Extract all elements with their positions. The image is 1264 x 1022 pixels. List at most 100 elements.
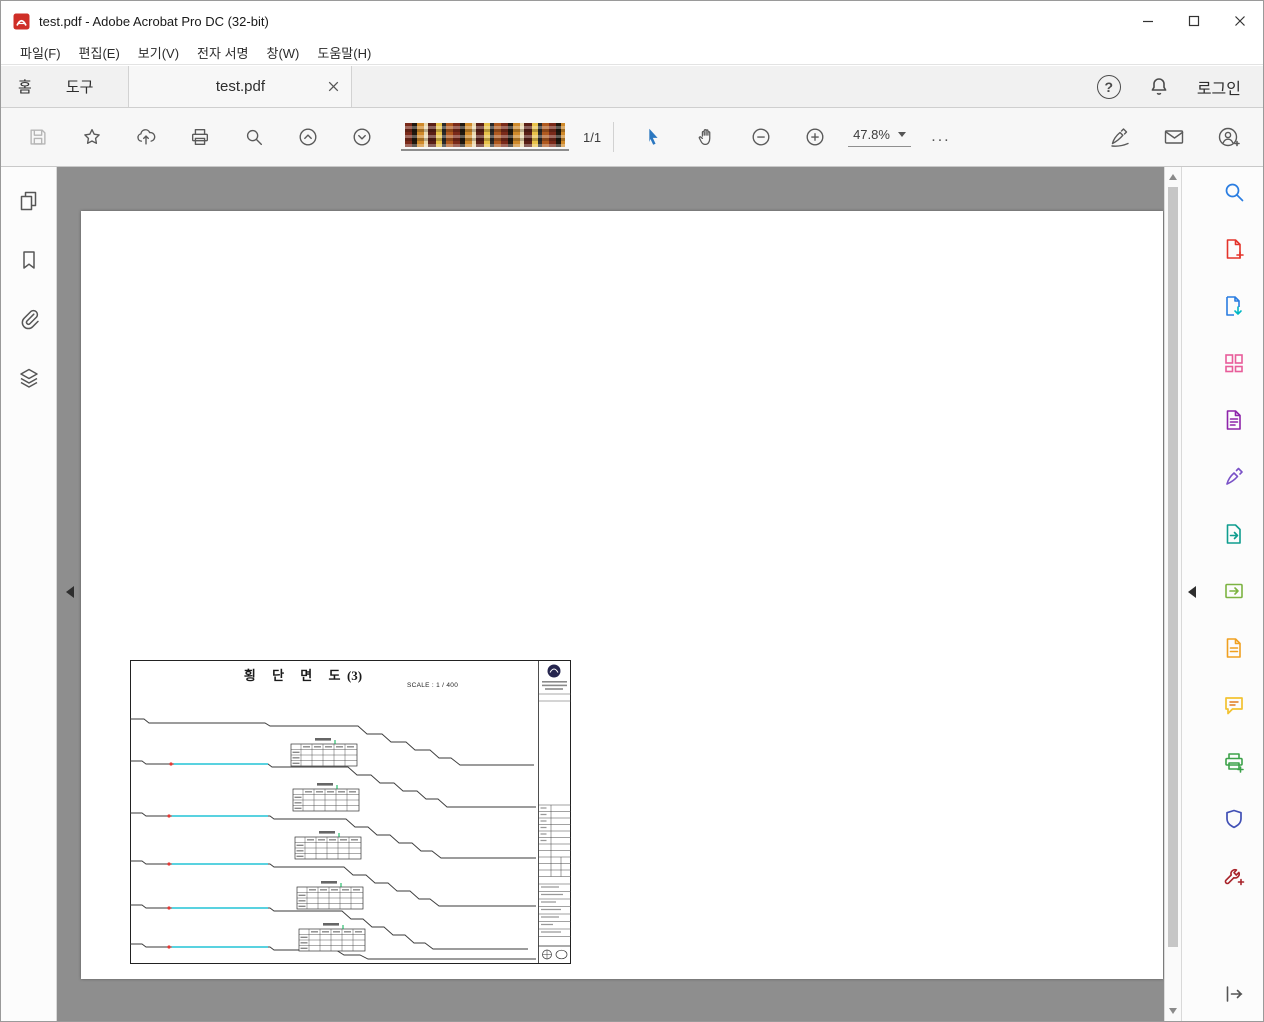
menu-edit[interactable]: 편집(E) xyxy=(70,43,129,62)
toolbar-separator xyxy=(613,122,615,152)
sign-button[interactable] xyxy=(1093,116,1147,158)
organize-pages-icon xyxy=(1225,354,1243,373)
share-cloud-button[interactable] xyxy=(119,116,173,158)
tab-home[interactable]: 홈 xyxy=(1,66,49,107)
star-icon xyxy=(84,128,100,145)
search-tools-button[interactable] xyxy=(1221,179,1247,205)
page-count-label: 1/1 xyxy=(583,129,602,145)
open-panel-button[interactable] xyxy=(1221,981,1247,1007)
page-thumbnails-button[interactable] xyxy=(15,187,43,215)
main-content: 횡 단 면 도 (3) SCALE : 1 / 400 xyxy=(1,167,1263,1021)
help-button[interactable]: ? xyxy=(1096,74,1121,99)
tab-bar: 홈 도구 test.pdf ? 로그인 xyxy=(1,66,1263,108)
menu-file[interactable]: 파일(F) xyxy=(11,43,70,62)
green-printer-icon xyxy=(1225,753,1244,773)
green-frame-arrow-icon xyxy=(1225,583,1243,599)
scroll-up-arrow-icon[interactable] xyxy=(1169,174,1177,180)
send-document-icon xyxy=(1226,524,1241,544)
account-button[interactable] xyxy=(1201,116,1255,158)
zoom-in-icon xyxy=(806,128,824,146)
close-button[interactable] xyxy=(1217,1,1263,41)
envelope-icon xyxy=(1164,130,1184,144)
search-tools-icon xyxy=(1225,183,1244,202)
zoom-level-dropdown[interactable]: 47.8% xyxy=(848,127,911,147)
pdf-page: 횡 단 면 도 (3) SCALE : 1 / 400 xyxy=(81,211,1163,979)
menu-help[interactable]: 도움말(H) xyxy=(308,43,380,62)
hand-tool-button[interactable] xyxy=(680,116,734,158)
page-up-icon xyxy=(299,128,317,146)
chevron-down-icon xyxy=(897,132,906,137)
page-number-input[interactable] xyxy=(401,123,569,151)
paperclip-icon xyxy=(21,309,39,330)
expand-tools-panel-arrow-icon[interactable] xyxy=(1188,586,1196,598)
tab-tools[interactable]: 도구 xyxy=(49,66,111,107)
search-icon xyxy=(246,129,263,146)
print-production-button[interactable] xyxy=(1221,749,1247,775)
menu-window[interactable]: 창(W) xyxy=(257,43,308,62)
main-toolbar: 1/1 47.8% ... xyxy=(1,108,1263,167)
wrench-plus-icon xyxy=(1224,868,1245,886)
drawing-canvas xyxy=(130,660,571,964)
title-bar: test.pdf - Adobe Acrobat Pro DC (32-bit) xyxy=(1,1,1263,41)
export-pdf-icon xyxy=(1226,296,1242,316)
print-button[interactable] xyxy=(173,116,227,158)
open-panel-arrow-icon xyxy=(1226,986,1243,1002)
comment-bubble-icon xyxy=(1225,697,1243,715)
acrobat-logo-icon xyxy=(13,13,30,29)
more-tools-rail-button[interactable] xyxy=(1221,863,1247,889)
collapse-left-panel-arrow-icon[interactable] xyxy=(66,586,74,598)
bookmarks-button[interactable] xyxy=(15,246,43,274)
document-tab-label: test.pdf xyxy=(215,78,266,95)
scan-ocr-button[interactable] xyxy=(1221,578,1247,604)
notifications-bell-icon[interactable] xyxy=(1147,75,1171,99)
zoom-out-icon xyxy=(752,128,770,146)
email-button[interactable] xyxy=(1147,116,1201,158)
minimize-button[interactable] xyxy=(1125,1,1171,41)
combine-files-button[interactable] xyxy=(1221,635,1247,661)
tab-document[interactable]: test.pdf xyxy=(128,66,353,107)
cross-section-drawing: 횡 단 면 도 (3) SCALE : 1 / 400 xyxy=(130,660,571,964)
save-button[interactable] xyxy=(11,116,65,158)
pen-signature-icon xyxy=(1111,128,1129,147)
login-button[interactable]: 로그인 xyxy=(1197,75,1241,99)
create-pdf-button[interactable] xyxy=(1221,236,1247,262)
drawing-title: 횡 단 면 도 (3) xyxy=(243,668,363,683)
vertical-scrollbar[interactable] xyxy=(1164,167,1181,1021)
window-title: test.pdf - Adobe Acrobat Pro DC (32-bit) xyxy=(39,13,269,29)
organize-pages-button[interactable] xyxy=(1221,350,1247,376)
protect-button[interactable] xyxy=(1221,806,1247,832)
more-tools-button[interactable]: ... xyxy=(921,128,961,146)
search-button[interactable] xyxy=(227,116,281,158)
layers-icon xyxy=(19,368,38,388)
fill-and-sign-button[interactable] xyxy=(1221,464,1247,490)
acrobat-window: test.pdf - Adobe Acrobat Pro DC (32-bit)… xyxy=(0,0,1264,1022)
scroll-down-arrow-icon[interactable] xyxy=(1169,1008,1177,1014)
export-pdf-button[interactable] xyxy=(1221,293,1247,319)
zoom-out-button[interactable] xyxy=(734,116,788,158)
tools-panel-rail xyxy=(1181,167,1263,1021)
shield-icon xyxy=(1226,809,1242,829)
menu-view[interactable]: 보기(V) xyxy=(129,43,188,62)
document-viewport[interactable]: 횡 단 면 도 (3) SCALE : 1 / 400 xyxy=(57,167,1164,1021)
left-navigation-rail xyxy=(1,167,57,1021)
select-tool-button[interactable] xyxy=(626,116,680,158)
scrollbar-thumb[interactable] xyxy=(1168,187,1178,947)
close-tab-icon[interactable] xyxy=(326,79,341,94)
maximize-button[interactable] xyxy=(1171,1,1217,41)
previous-page-button[interactable] xyxy=(281,116,335,158)
printer-icon xyxy=(191,128,209,146)
attachments-button[interactable] xyxy=(15,305,43,333)
page-down-icon xyxy=(353,128,371,146)
zoom-in-button[interactable] xyxy=(788,116,842,158)
menu-esign[interactable]: 전자 서명 xyxy=(188,43,257,62)
send-document-button[interactable] xyxy=(1221,521,1247,547)
next-page-button[interactable] xyxy=(335,116,389,158)
layers-button[interactable] xyxy=(15,364,43,392)
person-circle-icon xyxy=(1218,127,1240,147)
comment-button[interactable] xyxy=(1221,692,1247,718)
redacted-area xyxy=(405,123,565,147)
enhance-document-button[interactable] xyxy=(1221,407,1247,433)
star-favorite-button[interactable] xyxy=(65,116,119,158)
create-pdf-icon xyxy=(1226,239,1244,259)
save-icon xyxy=(30,129,46,145)
